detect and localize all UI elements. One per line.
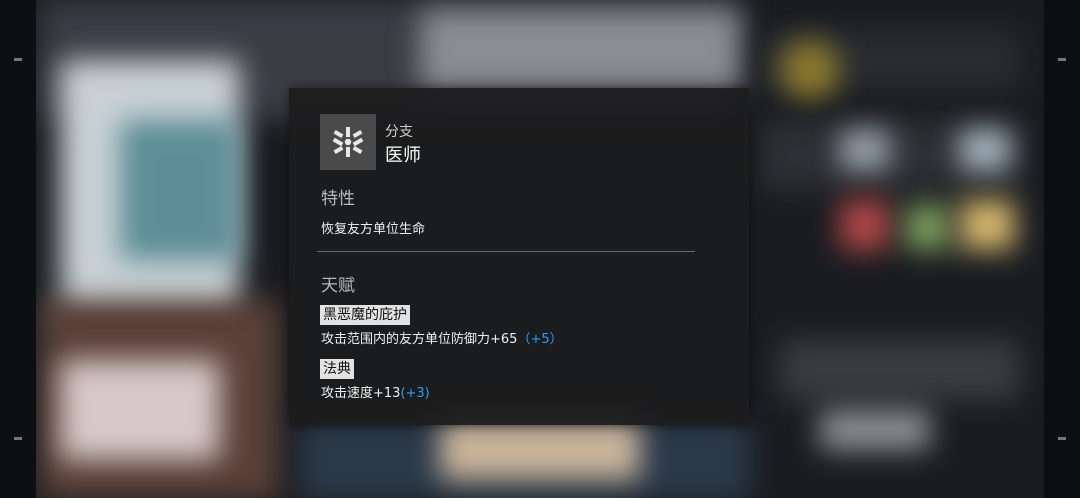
- talent-name-tag: 法典: [320, 359, 354, 379]
- talent-title: 天赋: [321, 276, 355, 296]
- branch-caption: 分支: [385, 124, 413, 140]
- talent-effect: 攻击速度+13: [321, 386, 401, 401]
- right-edge-bar: [1044, 0, 1080, 498]
- talent-name-tag: 黑恶魔的庇护: [320, 305, 410, 325]
- talent-bonus: （+5）: [517, 332, 563, 347]
- talent-description: 攻击速度+13(+3): [321, 382, 430, 401]
- talent-bonus: (+3): [400, 386, 430, 401]
- branch-name: 医师: [385, 145, 421, 166]
- medic-branch-icon: [320, 114, 376, 170]
- talent-description: 攻击范围内的友方单位防御力+65（+5）: [321, 328, 563, 347]
- branch-info-popup: 分支 医师 特性 恢复友方单位生命 天赋 黑恶魔的庇护 攻击范围内的友方单位防御…: [289, 88, 749, 425]
- trait-description: 恢复友方单位生命: [321, 222, 426, 237]
- talent-effect: 攻击范围内的友方单位防御力+65: [321, 332, 518, 347]
- left-edge-bar: [0, 0, 36, 498]
- trait-title: 特性: [321, 189, 355, 209]
- section-divider: [317, 251, 695, 252]
